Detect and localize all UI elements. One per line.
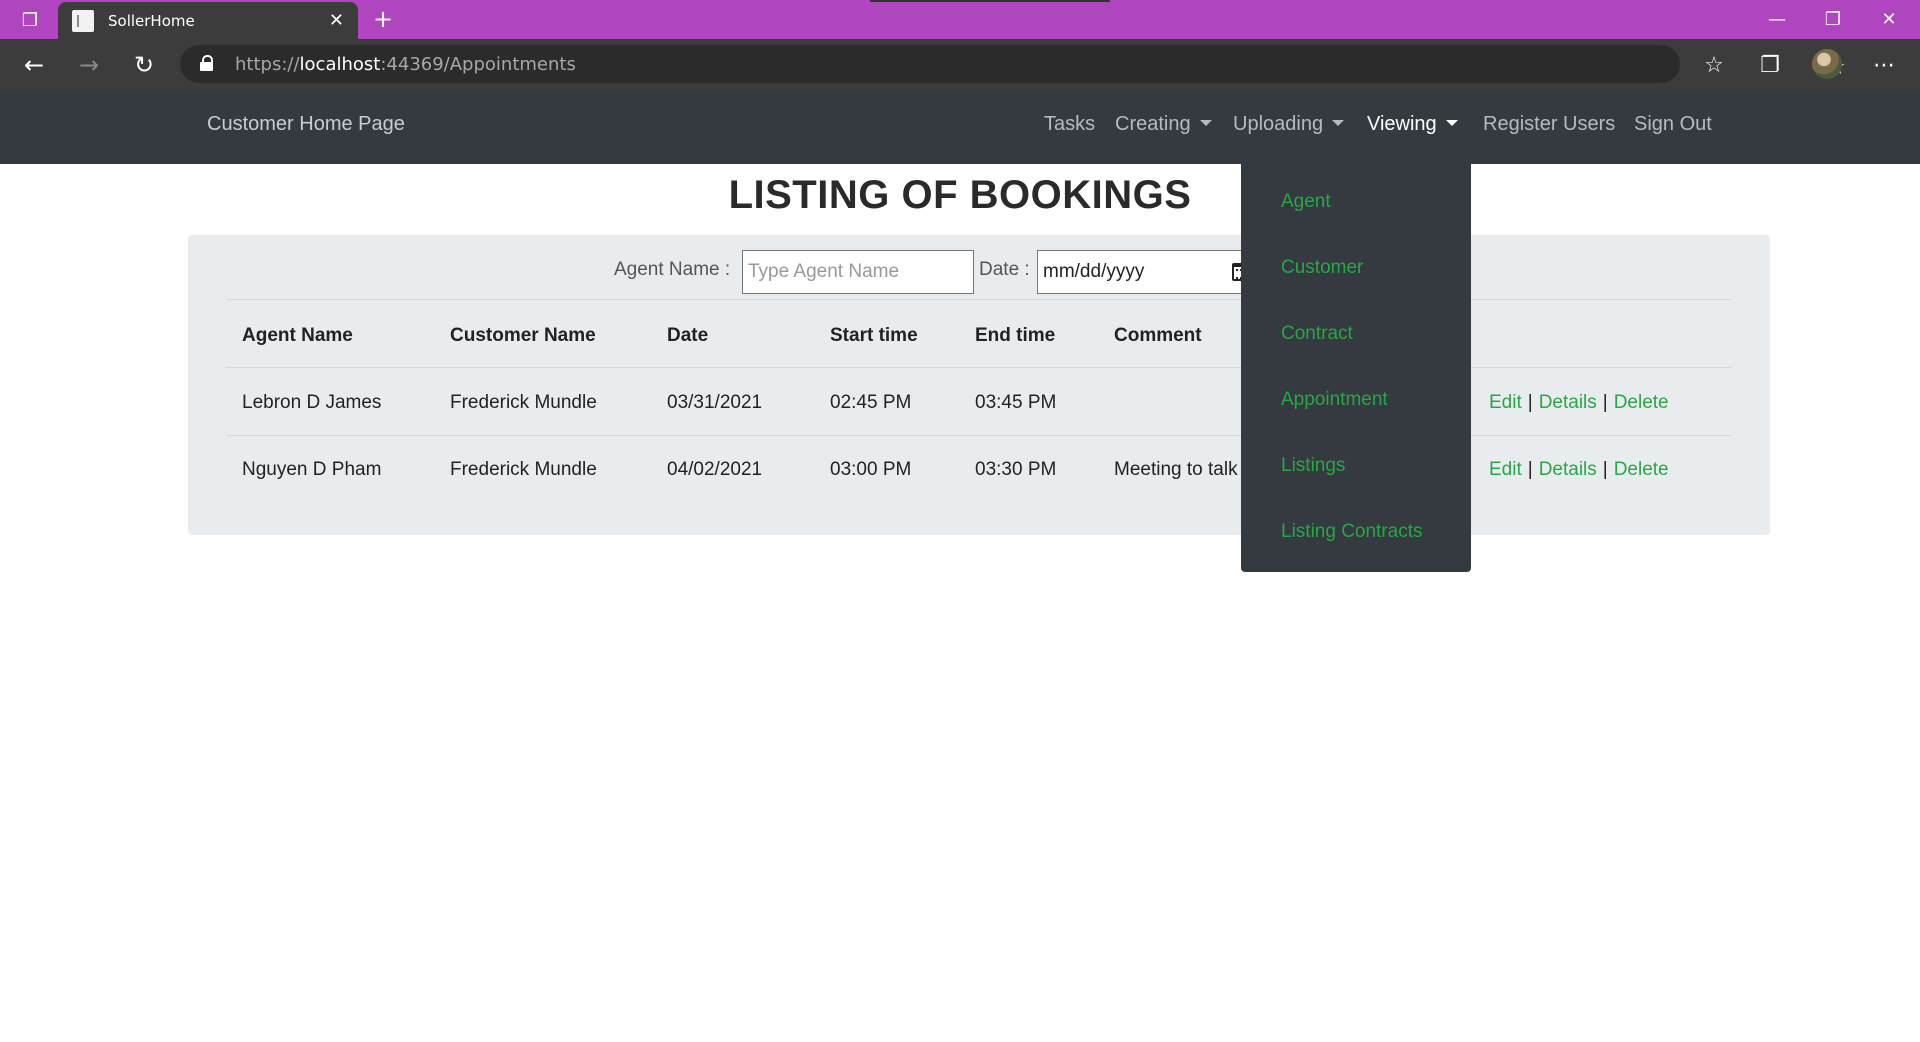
window-close-icon[interactable]: ✕ xyxy=(1862,0,1916,39)
nav-uploading-label: Uploading xyxy=(1233,113,1324,135)
dropdown-item-listing-contracts[interactable]: Listing Contracts xyxy=(1281,521,1423,543)
action-separator: | xyxy=(1527,459,1533,480)
refresh-icon[interactable]: ↻ xyxy=(126,47,162,83)
table-header: Agent Name Customer Name Date Start time… xyxy=(188,303,1770,369)
nav-creating-label: Creating xyxy=(1115,113,1191,135)
browser-titlebar: ❐ SollerHome ✕ + — ❐ ✕ xyxy=(0,0,1920,39)
site-navbar: Customer Home Page Tasks Creating Upload… xyxy=(0,89,1920,164)
date-input[interactable]: mm/dd/yyyy xyxy=(1037,250,1257,294)
date-input-value: mm/dd/yyyy xyxy=(1043,261,1145,282)
page-icon xyxy=(72,9,94,32)
details-link[interactable]: Details xyxy=(1539,459,1597,481)
col-start-time: Start time xyxy=(830,325,918,346)
cell-agent: Nguyen D Pham xyxy=(242,459,382,480)
col-customer-name: Customer Name xyxy=(450,325,596,346)
avatar[interactable] xyxy=(1812,49,1842,79)
cell-end: 03:30 PM xyxy=(975,459,1057,480)
action-separator: | xyxy=(1602,459,1608,480)
tab-actions-icon[interactable]: ❐ xyxy=(14,8,46,32)
nav-viewing[interactable]: Viewing xyxy=(1367,113,1458,136)
divider xyxy=(226,367,1732,368)
caret-down-icon xyxy=(1332,120,1345,126)
cell-comment: Meeting to talk xyxy=(1114,459,1238,480)
url-text[interactable]: https://localhost:44369/Appointments xyxy=(235,54,576,75)
tab-title: SollerHome xyxy=(108,11,195,30)
address-bar[interactable]: https://localhost:44369/Appointments ☆ xyxy=(180,45,1846,83)
col-end-time: End time xyxy=(975,325,1056,346)
dropdown-item-contract[interactable]: Contract xyxy=(1281,323,1353,345)
agent-name-input[interactable]: Type Agent Name xyxy=(742,250,974,294)
col-date: Date xyxy=(667,325,709,346)
bookings-panel: Agent Name : Type Agent Name Date : mm/d… xyxy=(188,235,1770,535)
lock-icon[interactable] xyxy=(200,55,213,71)
nav-tasks[interactable]: Tasks xyxy=(1044,113,1095,136)
edit-link[interactable]: Edit xyxy=(1489,392,1522,414)
caret-down-icon xyxy=(1445,120,1458,126)
web-page: Customer Home Page Tasks Creating Upload… xyxy=(0,89,1920,1042)
cell-start: 03:00 PM xyxy=(830,459,912,480)
row-actions: Edit | Details | Delete xyxy=(1489,437,1669,503)
url-host: localhost xyxy=(299,54,381,75)
table-row: Nguyen D Pham Frederick Mundle 04/02/202… xyxy=(188,437,1770,503)
details-link[interactable]: Details xyxy=(1539,392,1597,414)
edit-link[interactable]: Edit xyxy=(1489,459,1522,481)
url-scheme: https:// xyxy=(235,54,300,75)
divider xyxy=(226,435,1732,436)
cell-end: 03:45 PM xyxy=(975,392,1057,413)
nav-viewing-label: Viewing xyxy=(1367,113,1437,135)
close-icon[interactable]: ✕ xyxy=(329,10,344,31)
favorites-icon[interactable]: ☆ xyxy=(1696,47,1732,83)
cell-customer: Frederick Mundle xyxy=(450,459,597,480)
collections-icon[interactable]: ❐ xyxy=(1752,47,1788,83)
dropdown-item-customer[interactable]: Customer xyxy=(1281,257,1363,279)
dropdown-item-agent[interactable]: Agent xyxy=(1281,191,1331,213)
url-path: :44369/Appointments xyxy=(380,54,576,75)
caret-down-icon xyxy=(1199,120,1212,126)
dropdown-item-appointment[interactable]: Appointment xyxy=(1281,389,1388,411)
cell-customer: Frederick Mundle xyxy=(450,392,597,413)
restore-icon[interactable]: ❐ xyxy=(1806,0,1860,39)
plus-icon[interactable]: + xyxy=(368,4,398,34)
back-arrow-icon[interactable]: ← xyxy=(16,47,52,83)
titlebar-divider xyxy=(870,0,1110,2)
cell-date: 03/31/2021 xyxy=(667,392,763,413)
cell-start: 02:45 PM xyxy=(830,392,912,413)
col-agent-name: Agent Name xyxy=(242,325,353,346)
viewing-dropdown-menu: Agent Customer Contract Appointment List… xyxy=(1241,162,1471,572)
brand-link[interactable]: Customer Home Page xyxy=(207,113,405,136)
page-title: LISTING OF BOOKINGS xyxy=(728,173,1192,217)
minimize-icon[interactable]: — xyxy=(1750,0,1804,39)
cell-date: 04/02/2021 xyxy=(667,459,763,480)
ellipsis-icon[interactable]: ⋯ xyxy=(1866,47,1902,83)
nav-uploading[interactable]: Uploading xyxy=(1233,113,1345,136)
delete-link[interactable]: Delete xyxy=(1614,392,1669,414)
filter-row: Agent Name : Type Agent Name Date : mm/d… xyxy=(188,235,1770,301)
browser-tab[interactable]: SollerHome ✕ xyxy=(58,2,358,39)
col-comment: Comment xyxy=(1114,325,1202,346)
table-row: Lebron D James Frederick Mundle 03/31/20… xyxy=(188,370,1770,436)
action-separator: | xyxy=(1527,392,1533,413)
row-actions: Edit | Details | Delete xyxy=(1489,370,1669,436)
cell-agent: Lebron D James xyxy=(242,392,382,413)
nav-sign-out[interactable]: Sign Out xyxy=(1634,113,1712,136)
forward-arrow-icon[interactable]: → xyxy=(71,47,107,83)
divider xyxy=(226,299,1732,300)
date-label: Date : xyxy=(979,259,1030,280)
delete-link[interactable]: Delete xyxy=(1614,459,1669,481)
dropdown-item-listings[interactable]: Listings xyxy=(1281,455,1345,477)
nav-creating[interactable]: Creating xyxy=(1115,113,1212,136)
agent-name-label: Agent Name : xyxy=(614,259,731,280)
action-separator: | xyxy=(1602,392,1608,413)
nav-register-users[interactable]: Register Users xyxy=(1483,113,1615,136)
browser-toolbar: ← → ↻ https://localhost:44369/Appointmen… xyxy=(0,39,1920,89)
